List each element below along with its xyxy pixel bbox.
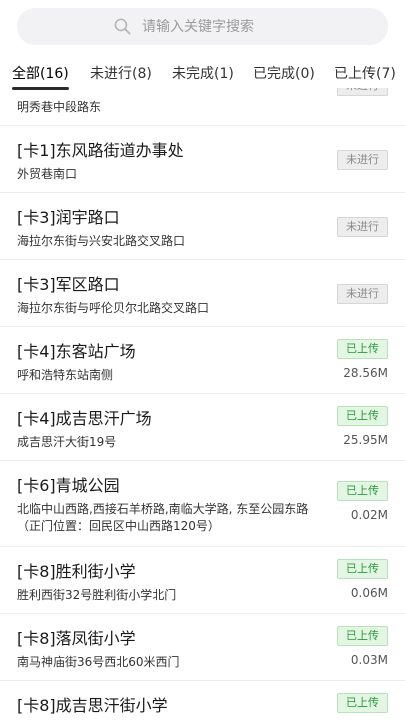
item-title: [卡6]青城公园 (17, 476, 120, 495)
tab-not-started[interactable]: 未进行(8) (90, 62, 152, 90)
item-title: [卡4]成吉思汗广场 (17, 409, 152, 428)
status-badge: 未进行 (337, 150, 388, 170)
file-size: 0.03M (350, 653, 388, 667)
item-title: [卡3]润宇路口 (17, 208, 120, 227)
list-item[interactable]: [卡4]东客站广场 呼和浩特东站南侧 已上传 28.56M (0, 327, 405, 394)
tab-uploaded[interactable]: 已上传(7) (334, 62, 396, 90)
item-title: [卡1]东风路街道办事处 (17, 141, 184, 160)
item-address: 南马神庙街36号西北60米西门 (17, 655, 180, 669)
tab-all[interactable]: 全部(16) (12, 62, 69, 90)
search-icon (114, 18, 131, 35)
task-list[interactable]: 明秀巷中段路东 未进行 [卡1]东风路街道办事处 外贸巷南口 未进行 [卡3]润… (0, 88, 405, 720)
list-item[interactable]: [卡6]青城公园 北临中山西路,西接石羊桥路,南临大学路, 东至公园东路（正门位… (0, 461, 405, 547)
list-item[interactable]: [卡8]成吉思汗街小学 已上传 (0, 681, 405, 720)
search-input[interactable] (142, 18, 292, 35)
status-badge: 已上传 (337, 406, 388, 426)
item-title: [卡8]成吉思汗街小学 (17, 696, 168, 715)
search-bar[interactable] (17, 8, 388, 45)
item-title: [卡8]落凤街小学 (17, 629, 136, 648)
list-item[interactable]: [卡8]胜利街小学 胜利西街32号胜利街小学北门 已上传 0.06M (0, 547, 405, 614)
item-address: 北临中山西路,西接石羊桥路,南临大学路, 东至公园东路（正门位置：回民区中山西路… (17, 502, 309, 533)
file-size: 25.95M (343, 433, 388, 447)
status-badge: 未进行 (337, 284, 388, 304)
list-item[interactable]: 明秀巷中段路东 未进行 (0, 88, 405, 126)
tab-unfinished[interactable]: 未完成(1) (172, 62, 234, 90)
list-item[interactable]: [卡3]军区路口 海拉尔东街与呼伦贝尔北路交叉路口 未进行 (0, 260, 405, 327)
item-address: 海拉尔东街与呼伦贝尔北路交叉路口 (17, 301, 210, 315)
item-address: 外贸巷南口 (17, 167, 78, 181)
list-item[interactable]: [卡8]落凤街小学 南马神庙街36号西北60米西门 已上传 0.03M (0, 614, 405, 681)
item-address: 海拉尔东街与兴安北路交叉路口 (17, 234, 186, 248)
item-title: [卡4]东客站广场 (17, 342, 136, 361)
status-badge: 未进行 (337, 88, 388, 96)
list-item[interactable]: [卡3]润宇路口 海拉尔东街与兴安北路交叉路口 未进行 (0, 193, 405, 260)
status-badge: 已上传 (337, 559, 388, 579)
status-badge: 已上传 (337, 626, 388, 646)
status-badge: 已上传 (337, 481, 388, 501)
item-address: 胜利西街32号胜利街小学北门 (17, 588, 177, 602)
filter-tabs: 全部(16) 未进行(8) 未完成(1) 已完成(0) 已上传(7) (0, 62, 405, 90)
status-badge: 已上传 (337, 339, 388, 359)
tab-completed[interactable]: 已完成(0) (253, 62, 315, 90)
item-address: 成吉思汗大街19号 (17, 435, 117, 449)
list-item[interactable]: [卡1]东风路街道办事处 外贸巷南口 未进行 (0, 126, 405, 193)
file-size: 0.06M (350, 586, 388, 600)
file-size: 28.56M (343, 366, 388, 380)
search-box[interactable] (17, 8, 388, 45)
item-address: 明秀巷中段路东 (17, 100, 102, 114)
list-item[interactable]: [卡4]成吉思汗广场 成吉思汗大街19号 已上传 25.95M (0, 394, 405, 461)
status-badge: 未进行 (337, 217, 388, 237)
item-title: [卡3]军区路口 (17, 275, 120, 294)
item-title: [卡8]胜利街小学 (17, 562, 136, 581)
item-address: 呼和浩特东站南侧 (17, 368, 114, 382)
file-size: 0.02M (350, 508, 388, 522)
status-badge: 已上传 (337, 693, 388, 713)
